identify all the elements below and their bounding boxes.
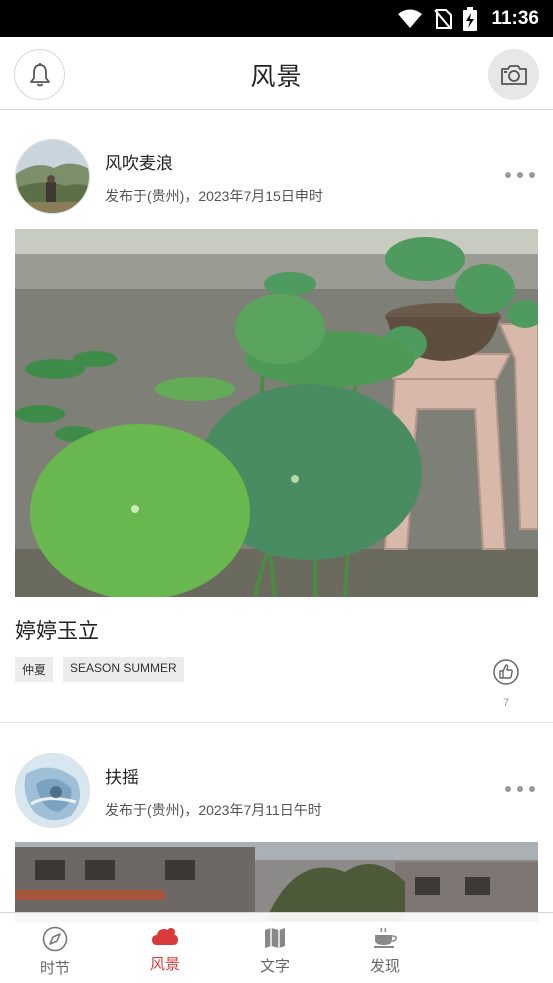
tag[interactable]: 仲夏 [15, 657, 54, 682]
tea-cup-icon [374, 927, 397, 948]
compass-icon [42, 926, 68, 952]
nav-item-wenzi[interactable]: 文字 [220, 913, 330, 983]
post-card: 扶摇 发布于(贵州)，2023年7月11日午时 [0, 723, 553, 922]
camera-button[interactable] [488, 49, 539, 100]
avatar[interactable] [15, 753, 90, 828]
camera-icon [500, 64, 527, 85]
nav-label: 时节 [39, 959, 70, 977]
post-card: 风吹麦浪 发布于(贵州)，2023年7月15日申时 婷婷玉立 仲夏 SEASON… [0, 111, 553, 723]
bottom-nav: 时节 风景 文字 发现 [0, 912, 553, 983]
post-caption: 婷婷玉立 [15, 619, 99, 643]
avatar[interactable] [15, 139, 90, 214]
nav-label: 文字 [259, 957, 290, 975]
feed: 风吹麦浪 发布于(贵州)，2023年7月15日申时 婷婷玉立 仲夏 SEASON… [0, 111, 553, 922]
nav-item-fengjing[interactable]: 风景 [110, 913, 220, 983]
like-button[interactable]: 7 [493, 659, 519, 709]
author-name[interactable]: 扶摇 [105, 763, 139, 788]
app-header: 风景 [0, 37, 553, 110]
more-options-button[interactable] [505, 168, 535, 182]
battery-charging-icon [463, 6, 478, 31]
map-icon [265, 928, 285, 948]
status-bar: 11:36 [0, 0, 553, 37]
thumbs-up-icon [493, 659, 519, 685]
status-time: 11:36 [491, 7, 539, 29]
tag-list: 仲夏 SEASON SUMMER [15, 657, 184, 682]
author-name[interactable]: 风吹麦浪 [105, 149, 173, 174]
tag[interactable]: SEASON SUMMER [63, 657, 184, 682]
nav-item-faxian[interactable]: 发现 [330, 913, 440, 983]
nav-label: 风景 [149, 955, 180, 973]
like-count: 7 [502, 697, 510, 709]
page-title: 风景 [250, 62, 303, 91]
wifi-icon [398, 9, 423, 28]
cloud-icon [152, 928, 178, 945]
more-options-button[interactable] [505, 782, 535, 796]
nav-label: 发现 [369, 957, 400, 975]
no-sim-icon [434, 8, 453, 30]
post-photo[interactable] [15, 229, 538, 597]
post-meta: 发布于(贵州)，2023年7月15日申时 [105, 188, 323, 204]
nav-item-shijie[interactable]: 时节 [0, 913, 110, 983]
post-meta: 发布于(贵州)，2023年7月11日午时 [105, 802, 322, 818]
post-photo[interactable] [15, 842, 538, 922]
